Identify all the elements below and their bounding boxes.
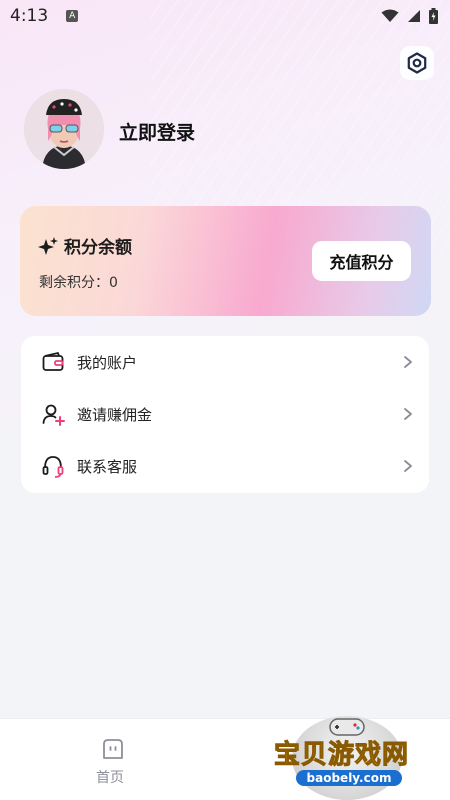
recharge-button[interactable]: 充值积分	[312, 241, 411, 281]
status-bar: 4:13 A	[0, 0, 450, 32]
menu-item-customer-service[interactable]: 联系客服	[21, 440, 429, 492]
points-card: 积分余额 剩余积分：0 充值积分	[20, 206, 431, 316]
headset-icon	[42, 456, 64, 478]
nav-home-label[interactable]: 首页	[96, 767, 124, 787]
home-icon[interactable]	[101, 737, 125, 761]
chevron-right-icon	[404, 356, 412, 368]
points-balance: 剩余积分：0	[39, 272, 118, 292]
chevron-right-icon	[404, 408, 412, 420]
points-balance-label: 剩余积分：	[39, 275, 109, 291]
menu-item-label: 联系客服	[77, 457, 138, 476]
battery-icon	[429, 8, 438, 24]
wallet-icon	[42, 352, 64, 371]
menu-item-label: 我的账户	[77, 353, 138, 372]
wifi-icon	[381, 9, 399, 22]
watermark-text: 宝贝游戏网	[273, 740, 410, 771]
avatar[interactable]	[24, 89, 104, 169]
watermark-url: baobely.com	[296, 770, 402, 786]
points-title-text: 积分余额	[64, 238, 132, 258]
sparkle-icon	[38, 236, 58, 255]
points-balance-value: 0	[109, 275, 118, 291]
status-time: 4:13	[10, 6, 49, 26]
a-badge-icon: A	[66, 10, 79, 22]
menu-item-invite[interactable]: 邀请赚佣金	[21, 388, 429, 440]
menu-item-my-account[interactable]: 我的账户	[21, 336, 429, 388]
menu-item-label: 邀请赚佣金	[77, 405, 153, 424]
invite-user-icon	[42, 404, 65, 426]
user-avatar	[24, 89, 104, 169]
signal-icon	[408, 10, 420, 22]
status-icons	[381, 8, 438, 24]
points-title: 积分余额	[38, 233, 132, 258]
login-link[interactable]: 立即登录	[119, 118, 195, 145]
watermark: 宝贝游戏网 baobely.com	[273, 708, 424, 800]
menu-card: 我的账户 邀请赚佣金 联系客服	[21, 336, 429, 493]
settings-button[interactable]	[400, 46, 434, 80]
hexagon-settings-icon	[407, 52, 427, 74]
chevron-right-icon	[404, 460, 412, 472]
